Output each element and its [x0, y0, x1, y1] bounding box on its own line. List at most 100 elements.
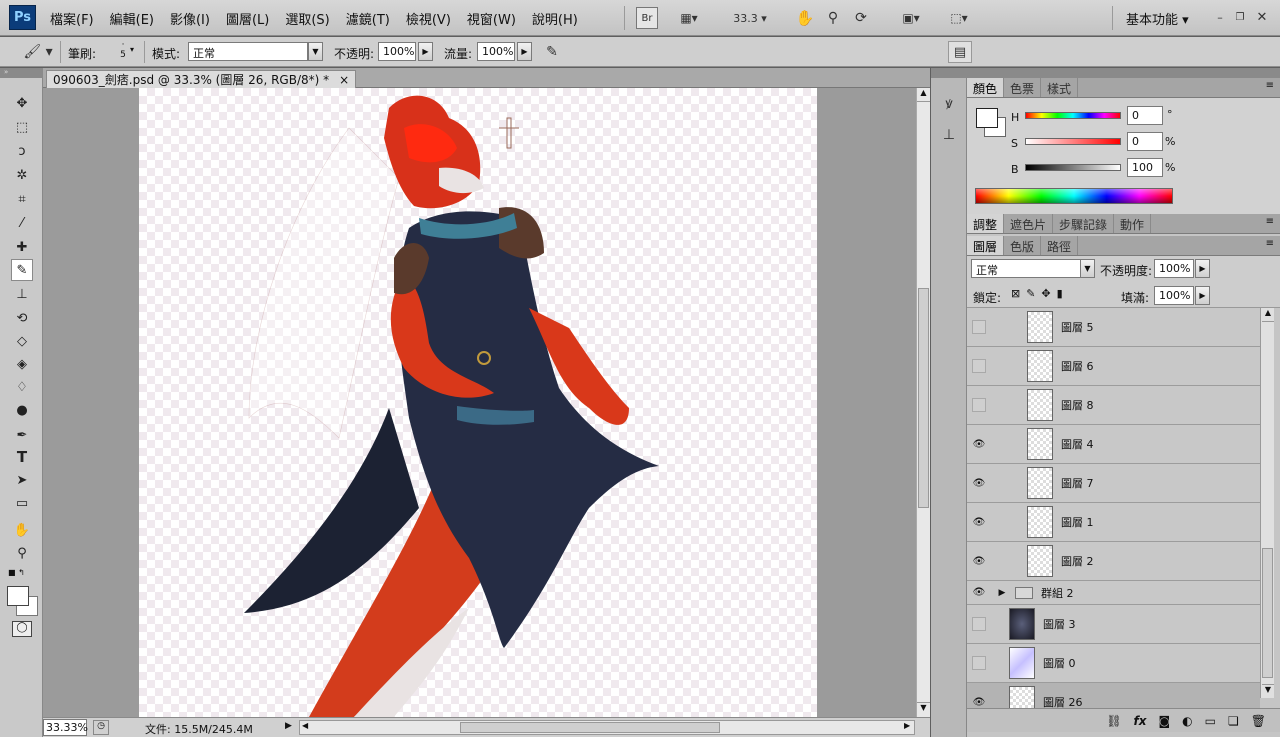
blur-tool[interactable]: ♢ — [11, 376, 33, 398]
zoom-tool-button[interactable]: ⚲ — [822, 7, 844, 29]
brush-presets-button[interactable]: ꝟ — [937, 92, 961, 114]
panel-menu-icon[interactable]: ≡ — [1260, 236, 1280, 255]
tab-actions[interactable]: 動作 — [1114, 214, 1152, 233]
layer-row[interactable]: 圖層 6 — [967, 347, 1260, 386]
layer-row[interactable]: 圖層 0 — [967, 644, 1260, 683]
adjustment-layer-icon[interactable]: ◐ — [1182, 714, 1192, 728]
visibility-toggle[interactable]: 👁 — [967, 690, 991, 708]
new-layer-icon[interactable]: ❏ — [1228, 714, 1239, 728]
document-canvas[interactable] — [139, 88, 817, 717]
blend-mode-arrow[interactable]: ▼ — [1080, 259, 1095, 278]
layer-row[interactable]: 👁 圖層 1 — [967, 503, 1260, 542]
fill-slider-button[interactable]: ▶ — [1195, 286, 1210, 305]
mode-dropdown[interactable]: 正常 — [188, 42, 308, 61]
status-options-button[interactable]: ◷ — [93, 720, 109, 735]
airbrush-toggle[interactable]: ✎ — [540, 41, 564, 63]
fg-color-chip[interactable] — [976, 108, 998, 128]
eraser-tool[interactable]: ◇ — [11, 330, 33, 352]
dodge-tool[interactable]: ● — [11, 399, 33, 421]
brightness-slider[interactable] — [1025, 164, 1121, 171]
foreground-color-swatch[interactable] — [7, 586, 29, 606]
visibility-toggle[interactable]: 👁 — [967, 581, 991, 605]
trash-icon[interactable]: 🗑 — [1251, 714, 1266, 728]
arrange-documents-button[interactable]: ▣▾ — [894, 7, 928, 29]
pen-tool[interactable]: ✒ — [11, 424, 33, 446]
minimize-button[interactable]: – — [1212, 6, 1228, 28]
opacity-input[interactable]: 100% — [378, 42, 416, 61]
link-layers-icon[interactable]: ⛓ — [1106, 714, 1121, 728]
paint-bucket-tool[interactable]: ◈ — [11, 353, 33, 375]
tab-masks[interactable]: 遮色片 — [1004, 214, 1054, 233]
status-zoom-field[interactable]: 33.33% — [43, 719, 88, 736]
type-tool[interactable]: T — [11, 446, 33, 468]
menu-edit[interactable]: 編輯(E) — [110, 9, 154, 28]
flow-input[interactable]: 100% — [477, 42, 515, 61]
workspace-switcher[interactable]: 基本功能 ▾ — [1126, 9, 1189, 28]
saturation-input[interactable]: 0 — [1127, 132, 1163, 151]
tab-layers[interactable]: 圖層 — [967, 236, 1005, 255]
tab-styles[interactable]: 樣式 — [1041, 78, 1079, 97]
clone-stamp-tool[interactable]: ⊥ — [11, 283, 33, 305]
lock-buttons[interactable]: ⊠✎✥▮ — [1011, 287, 1069, 300]
menu-select[interactable]: 選取(S) — [285, 9, 329, 28]
scroll-thumb[interactable] — [918, 288, 929, 508]
panel-menu-icon[interactable]: ≡ — [1260, 214, 1280, 233]
visibility-toggle[interactable]: 👁 — [967, 471, 991, 495]
flow-slider-button[interactable]: ▶ — [517, 42, 532, 61]
eyedropper-tool[interactable]: ⁄ — [11, 212, 33, 234]
visibility-toggle[interactable] — [967, 651, 991, 675]
brightness-input[interactable]: 100 — [1127, 158, 1163, 177]
visibility-toggle[interactable]: 👁 — [967, 510, 991, 534]
add-mask-icon[interactable]: ◙ — [1159, 714, 1171, 728]
opacity-slider-button[interactable]: ▶ — [418, 42, 433, 61]
menu-help[interactable]: 說明(H) — [532, 9, 578, 28]
layer-row[interactable]: 👁 圖層 7 — [967, 464, 1260, 503]
close-tab-icon[interactable]: × — [339, 73, 349, 87]
brush-picker-arrow-icon[interactable]: ▾ — [130, 45, 134, 54]
visibility-toggle[interactable] — [967, 315, 991, 339]
clone-source-button[interactable]: ⊥ — [937, 124, 961, 146]
expand-group-icon[interactable]: ▶ — [991, 588, 1013, 598]
healing-brush-tool[interactable]: ✚ — [11, 236, 33, 258]
blend-mode-dropdown[interactable]: 正常 — [971, 259, 1083, 278]
magic-wand-tool[interactable]: ✲ — [11, 164, 33, 186]
fill-input[interactable]: 100% — [1154, 286, 1194, 305]
rotate-view-button[interactable]: ⟳ — [850, 7, 872, 29]
default-colors-button[interactable]: ■ ↰ — [8, 568, 25, 577]
visibility-toggle[interactable]: 👁 — [967, 549, 991, 573]
quick-mask-button[interactable]: ◯ — [12, 621, 32, 637]
tab-paths[interactable]: 路徑 — [1041, 236, 1079, 255]
tab-adjustments[interactable]: 調整 — [967, 214, 1005, 233]
dock-header[interactable] — [931, 68, 967, 78]
shape-tool[interactable]: ▭ — [11, 492, 33, 514]
panel-menu-icon[interactable]: ≡ — [1260, 78, 1280, 97]
layer-group-row[interactable]: 👁 ▶ 群組 2 — [967, 581, 1260, 605]
visibility-toggle[interactable]: 👁 — [967, 432, 991, 456]
tab-channels[interactable]: 色版 — [1004, 236, 1042, 255]
layer-row[interactable]: 圖層 8 — [967, 386, 1260, 425]
scroll-down-button[interactable]: ▼ — [1262, 684, 1274, 698]
path-selection-tool[interactable]: ➤ — [11, 469, 33, 491]
visibility-toggle[interactable] — [967, 612, 991, 636]
scroll-thumb[interactable] — [1262, 548, 1273, 678]
mode-dropdown-arrow[interactable]: ▼ — [308, 42, 323, 61]
layer-row[interactable]: 👁 圖層 4 — [967, 425, 1260, 464]
scroll-up-button[interactable]: ▲ — [1262, 308, 1274, 322]
zoom-tool[interactable]: ⚲ — [11, 542, 33, 564]
scroll-down-button[interactable]: ▼ — [917, 702, 930, 716]
canvas-vertical-scrollbar[interactable]: ▲ ▼ — [916, 88, 930, 717]
layer-row[interactable]: 圖層 5 — [967, 308, 1260, 347]
history-brush-tool[interactable]: ⟲ — [11, 307, 33, 329]
menu-layer[interactable]: 圖層(L) — [226, 9, 269, 28]
layer-row[interactable]: 👁 圖層 2 — [967, 542, 1260, 581]
saturation-slider[interactable] — [1025, 138, 1121, 145]
view-extras-button[interactable]: ▦▾ — [672, 7, 706, 29]
restore-button[interactable]: ❐ — [1232, 6, 1248, 28]
menu-image[interactable]: 影像(I) — [170, 9, 210, 28]
crop-tool[interactable]: ⌗ — [11, 188, 33, 210]
status-menu-arrow-icon[interactable]: ▶ — [285, 721, 292, 731]
toolbox-collapse[interactable]: » — [0, 68, 43, 78]
menu-file[interactable]: 檔案(F) — [50, 9, 94, 28]
brush-tool[interactable]: ✎ — [11, 259, 33, 281]
bridge-button[interactable]: Br — [636, 7, 658, 29]
